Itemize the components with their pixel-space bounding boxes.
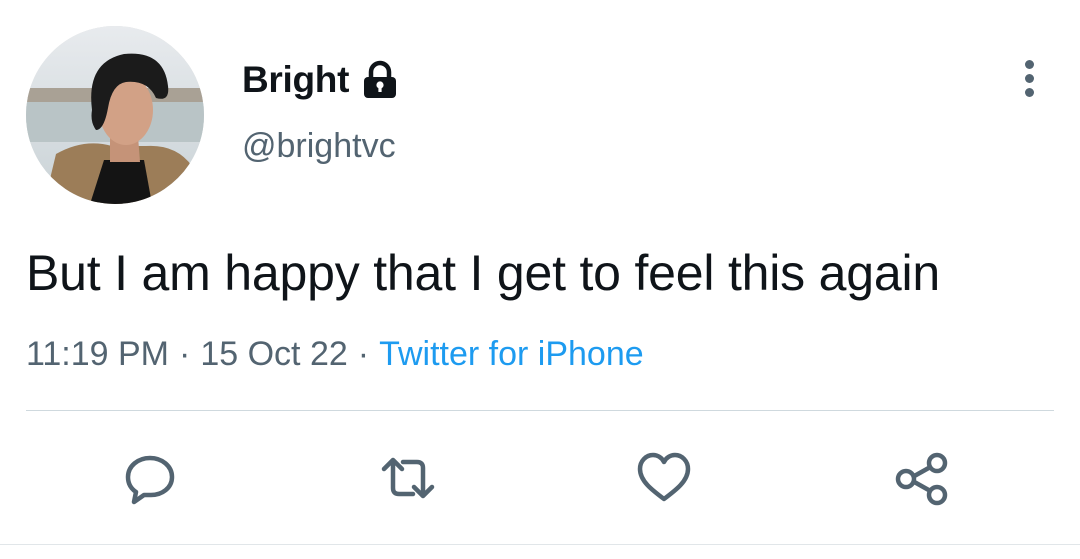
avatar[interactable] — [26, 26, 204, 204]
bottom-divider — [0, 544, 1080, 545]
display-name[interactable]: Bright — [242, 58, 349, 102]
more-dot — [1025, 88, 1034, 97]
author-handle[interactable]: @brightvc — [242, 126, 396, 166]
meta-separator: · — [179, 335, 191, 373]
retweet-icon — [381, 457, 435, 499]
more-vertical-icon[interactable] — [1012, 56, 1050, 100]
reply-button[interactable] — [122, 450, 178, 506]
avatar-image — [26, 26, 204, 204]
divider — [26, 410, 1054, 411]
retweet-button[interactable] — [380, 450, 436, 506]
like-button[interactable] — [636, 450, 692, 506]
share-icon — [895, 452, 948, 506]
tweet-date[interactable]: 15 Oct 22 — [200, 335, 347, 373]
tweet-meta: 11:19 PM · 15 Oct 22 · Twitter for iPhone — [26, 334, 644, 374]
author-name-row: Bright — [242, 58, 399, 102]
tweet-time[interactable]: 11:19 PM — [26, 335, 169, 373]
reply-icon — [125, 455, 175, 505]
heart-icon — [637, 452, 691, 502]
more-dot — [1025, 74, 1034, 83]
share-button[interactable] — [894, 450, 950, 506]
more-dot — [1025, 60, 1034, 69]
tweet-text: But I am happy that I get to feel this a… — [26, 245, 941, 301]
meta-separator: · — [357, 335, 370, 373]
lock-icon — [361, 60, 399, 100]
tweet-source-link[interactable]: Twitter for iPhone — [379, 335, 644, 373]
